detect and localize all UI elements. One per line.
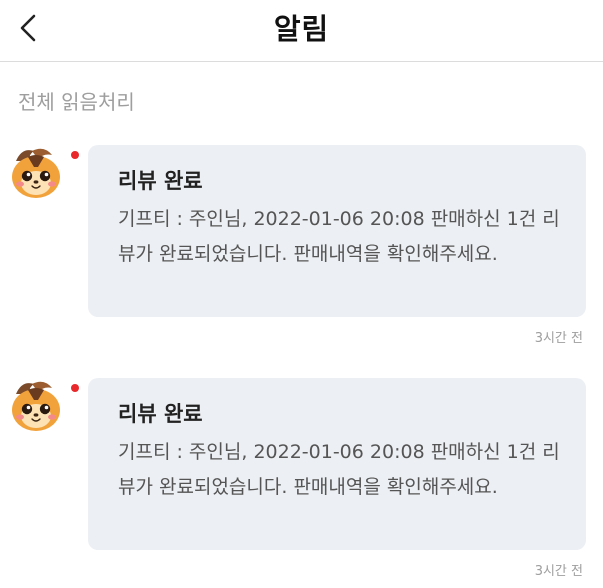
notification-item: 리뷰 완료 기프티 : 주인님, 2022-01-06 20:08 판매하신 1… bbox=[0, 378, 603, 588]
notification-item: 리뷰 완료 기프티 : 주인님, 2022-01-06 20:08 판매하신 1… bbox=[0, 145, 603, 355]
notification-card[interactable]: 리뷰 완료 기프티 : 주인님, 2022-01-06 20:08 판매하신 1… bbox=[88, 145, 586, 317]
notification-time: 3시간 전 bbox=[534, 331, 583, 346]
notification-title: 리뷰 완료 bbox=[118, 402, 203, 426]
mark-all-read-button[interactable]: 전체 읽음처리 bbox=[18, 86, 135, 115]
page-title: 알림 bbox=[273, 12, 330, 46]
unread-dot bbox=[71, 384, 79, 392]
notification-time: 3시간 전 bbox=[534, 564, 583, 579]
notification-card[interactable]: 리뷰 완료 기프티 : 주인님, 2022-01-06 20:08 판매하신 1… bbox=[88, 378, 586, 550]
notification-body: 기프티 : 주인님, 2022-01-06 20:08 판매하신 1건 리뷰가 … bbox=[118, 208, 560, 265]
squirrel-mascot-icon bbox=[12, 381, 60, 431]
squirrel-mascot-icon bbox=[12, 148, 60, 198]
app-header: 알림 bbox=[0, 0, 603, 62]
notification-title: 리뷰 완료 bbox=[118, 169, 203, 193]
notification-body: 기프티 : 주인님, 2022-01-06 20:08 판매하신 1건 리뷰가 … bbox=[118, 441, 560, 498]
unread-dot bbox=[71, 151, 79, 159]
